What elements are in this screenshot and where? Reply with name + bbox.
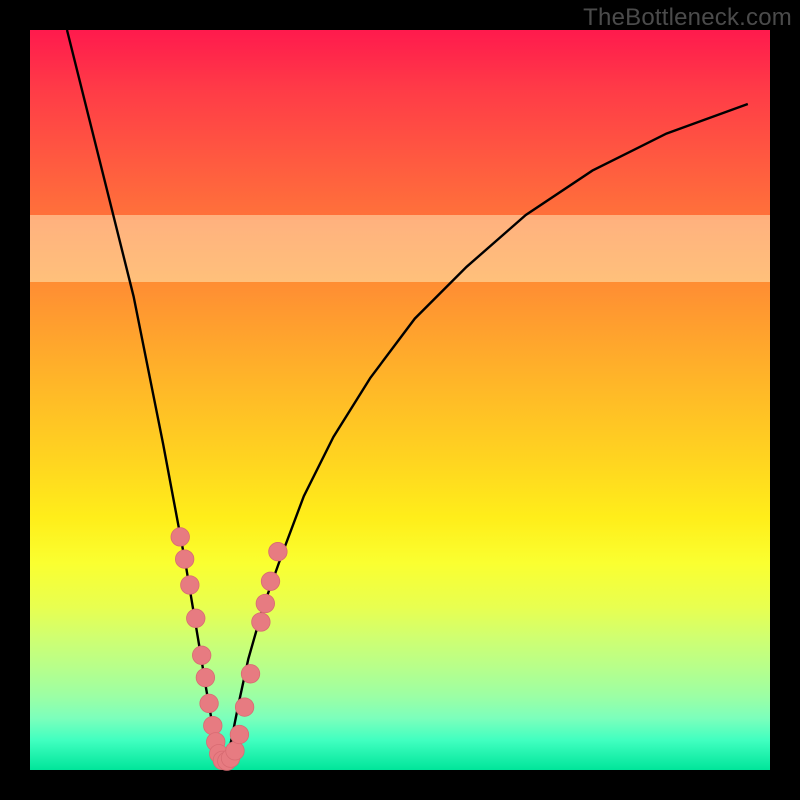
bead-marker: [196, 668, 215, 687]
bead-marker: [200, 694, 219, 713]
right-curve: [226, 104, 748, 763]
bead-marker: [192, 646, 211, 665]
bead-marker: [261, 572, 280, 591]
chart-frame: TheBottleneck.com: [0, 0, 800, 800]
curves-layer: [30, 30, 770, 770]
bead-marker: [235, 698, 254, 717]
bead-marker: [252, 613, 271, 632]
plot-area: [30, 30, 770, 770]
bead-marker: [187, 609, 206, 628]
bead-marker: [256, 594, 275, 613]
bead-marker: [230, 725, 249, 744]
bead-marker: [269, 542, 288, 561]
bead-marker: [181, 576, 200, 595]
bead-marker: [175, 550, 194, 569]
attribution-text: TheBottleneck.com: [583, 4, 792, 32]
bead-marker: [241, 665, 260, 684]
bead-marker: [171, 528, 190, 547]
bead-marker: [226, 742, 245, 761]
marker-beads: [171, 528, 287, 771]
bead-marker: [204, 716, 223, 735]
